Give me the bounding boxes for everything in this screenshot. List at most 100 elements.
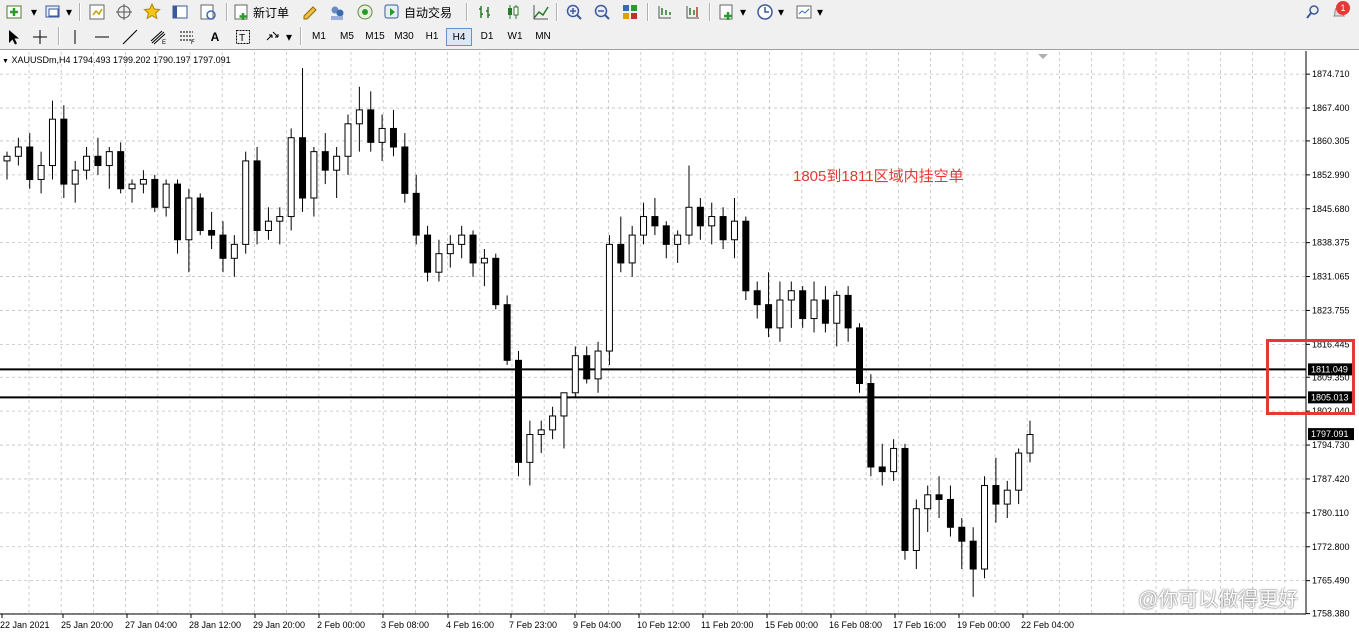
candle — [674, 230, 682, 263]
new-order-icon — [234, 4, 248, 20]
chevron-down-icon[interactable]: ▾ — [284, 27, 294, 47]
new-chart-icon[interactable] — [2, 2, 28, 22]
zoom-out-icon[interactable] — [591, 2, 613, 22]
candle-body-up — [560, 392, 568, 417]
candle — [208, 211, 216, 250]
candle-body-up — [1015, 452, 1023, 491]
text-tool-icon[interactable]: A — [206, 27, 224, 47]
candle-body-down — [208, 229, 216, 236]
templates-icon[interactable] — [793, 2, 815, 22]
chart-symbol-header: ▼ XAUUSDm,H4 1794.493 1799.202 1790.197 … — [2, 55, 231, 65]
horizontal-line-icon[interactable] — [92, 27, 112, 47]
time-tick-label: 10 Feb 12:00 — [637, 620, 690, 630]
new-order-label: 新订单 — [253, 5, 290, 20]
candle-body-up — [628, 234, 636, 264]
candle-body-down — [469, 234, 477, 264]
candle-body-down — [719, 216, 727, 241]
new-order-button[interactable]: 新订单 — [233, 2, 293, 22]
time-tick-label: 19 Feb 00:00 — [957, 620, 1010, 630]
text-label-icon[interactable]: T — [232, 27, 254, 47]
candle-body-down — [26, 146, 34, 180]
search-icon[interactable] — [1302, 2, 1324, 22]
metaeditor-icon[interactable] — [299, 2, 321, 22]
fibonacci-icon[interactable]: F — [177, 27, 199, 47]
community-icon[interactable] — [326, 2, 348, 22]
candle — [48, 100, 56, 180]
timeframe-m1[interactable]: M1 — [306, 28, 332, 46]
candle — [128, 179, 136, 203]
periods-clock-icon[interactable] — [754, 2, 776, 22]
timeframe-d1[interactable]: D1 — [474, 28, 500, 46]
line-chart-icon[interactable] — [530, 2, 552, 22]
candle — [1026, 420, 1034, 463]
price-tick-label: 1758.380 — [1312, 609, 1350, 619]
zoom-in-icon[interactable] — [563, 2, 585, 22]
time-tick-label: 16 Feb 08:00 — [829, 620, 882, 630]
current-price-tag: 1797.091 — [1311, 429, 1349, 439]
price-chart[interactable]: 1874.710 1867.400 1860.305 1852.990 1845.680… — [0, 50, 1359, 638]
arrows-icon[interactable] — [262, 27, 284, 47]
candle-body-down — [492, 257, 500, 306]
equidistant-channel-icon[interactable]: E — [148, 27, 170, 47]
timeframe-m15[interactable]: M15 — [362, 28, 388, 46]
cursor-arrow-icon[interactable] — [4, 27, 24, 47]
candle — [935, 476, 943, 519]
candle — [26, 133, 34, 189]
candle — [14, 137, 22, 166]
candle — [594, 341, 602, 393]
chevron-down-icon[interactable]: ▾ — [738, 2, 748, 22]
candle-body-up — [185, 197, 193, 241]
auto-scroll-icon[interactable] — [654, 2, 676, 22]
candle — [355, 86, 363, 152]
drawing-toolbar: E F A T ▾ M1 M5 M15 M30 H1 H4 D1 W1 MN — [0, 24, 1359, 50]
candlestick-chart-icon[interactable] — [502, 2, 524, 22]
timeframe-w1[interactable]: W1 — [502, 28, 528, 46]
auto-trading-button[interactable]: 自动交易 — [383, 2, 457, 22]
timeframe-mn[interactable]: MN — [530, 28, 556, 46]
candle-body-down — [174, 183, 181, 241]
strategy-tester-icon[interactable] — [197, 2, 219, 22]
candle-body-up — [912, 508, 920, 551]
price-tick-label: 1765.490 — [1312, 576, 1350, 586]
candle — [264, 207, 272, 240]
vertical-line-icon[interactable] — [66, 27, 84, 47]
candle-body-up — [355, 109, 363, 125]
chart-shift-icon[interactable] — [682, 2, 704, 22]
indicators-icon[interactable] — [716, 2, 738, 22]
price-tick-label: 1772.800 — [1312, 542, 1350, 552]
timeframe-h1[interactable]: H1 — [420, 28, 444, 46]
price-tick-label: 1831.065 — [1312, 272, 1350, 282]
candle-body-down — [367, 109, 375, 143]
candle — [787, 281, 795, 328]
svg-text:T: T — [239, 33, 245, 44]
time-tick-label: 9 Feb 04:00 — [573, 620, 621, 630]
terminal-icon[interactable] — [169, 2, 191, 22]
candle-body-up — [776, 299, 784, 329]
candle — [333, 146, 341, 199]
chevron-down-icon[interactable]: ▾ — [29, 2, 39, 22]
time-tick-label: 27 Jan 04:00 — [125, 620, 177, 630]
chevron-down-icon[interactable]: ▾ — [64, 2, 74, 22]
candle-body-up — [242, 160, 250, 245]
signals-icon[interactable] — [354, 2, 376, 22]
chevron-down-icon[interactable]: ▾ — [776, 2, 786, 22]
timeframe-m30[interactable]: M30 — [390, 28, 418, 46]
candle-body-down — [515, 359, 522, 463]
timeframe-h4[interactable]: H4 — [446, 28, 472, 46]
crosshair-navigator-icon[interactable] — [113, 2, 135, 22]
tile-windows-icon[interactable] — [619, 2, 641, 22]
trendline-icon[interactable] — [120, 27, 140, 47]
profiles-icon[interactable] — [42, 2, 64, 22]
favorites-star-icon[interactable] — [141, 2, 163, 22]
candle-body-up — [378, 127, 386, 143]
crosshair-icon[interactable] — [30, 27, 50, 47]
candle — [856, 323, 863, 393]
timeframe-m5[interactable]: M5 — [334, 28, 360, 46]
candle-body-down — [992, 485, 1000, 505]
candle — [1003, 480, 1011, 519]
candle-body-up — [537, 429, 545, 436]
chevron-down-icon[interactable]: ▾ — [815, 2, 825, 22]
bar-chart-icon[interactable] — [474, 2, 496, 22]
market-watch-icon[interactable] — [86, 2, 108, 22]
candle-body-up — [674, 234, 682, 245]
